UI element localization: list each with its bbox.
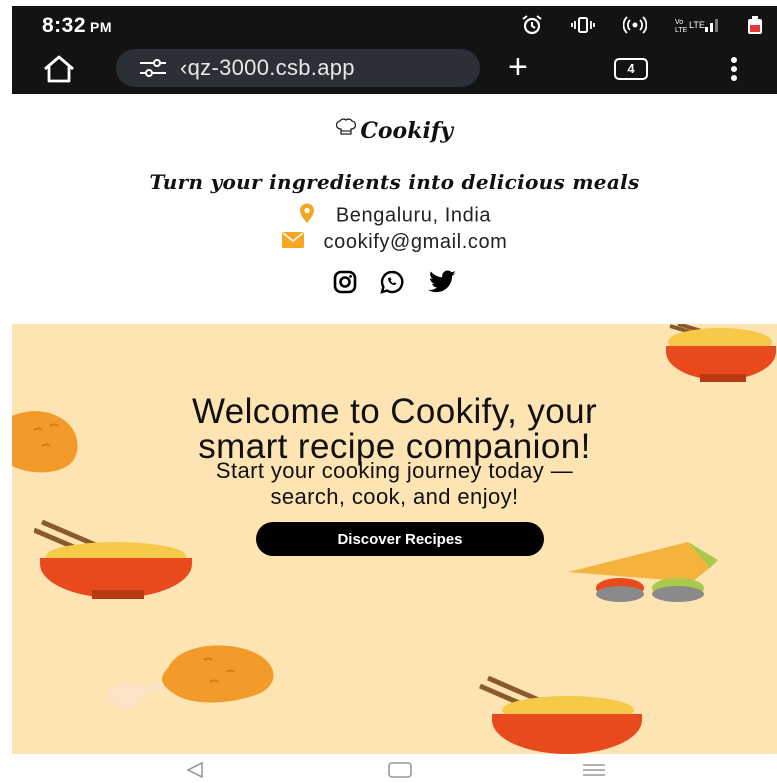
whatsapp-icon[interactable] <box>379 270 405 299</box>
hero-subtitle: Start your cooking journey today — search… <box>215 458 574 509</box>
noodle-bowl-icon <box>666 324 776 382</box>
battery-icon <box>747 15 763 40</box>
alarm-icon <box>521 15 543 40</box>
svg-text:LTE: LTE <box>689 20 705 30</box>
twitter-icon[interactable] <box>427 270 457 299</box>
noodle-bowl-icon <box>479 675 642 754</box>
back-icon[interactable] <box>186 761 204 783</box>
home-button[interactable] <box>42 55 76 83</box>
instagram-icon[interactable] <box>333 270 357 299</box>
chef-hat-icon <box>335 118 357 135</box>
email-line: cookify@gmail.com <box>12 231 777 254</box>
envelope-icon <box>281 231 304 254</box>
location-line: Bengaluru, India <box>12 202 777 230</box>
home-icon <box>44 55 74 83</box>
new-tab-button[interactable]: + <box>508 50 528 84</box>
url-text[interactable]: ‹qz-3000.csb.app <box>180 55 355 81</box>
recents-icon[interactable] <box>582 762 606 783</box>
logo[interactable]: Cookify <box>12 118 777 144</box>
system-navigation-bar <box>0 754 777 782</box>
location-pin-icon <box>298 202 316 230</box>
discover-recipes-button[interactable]: Discover Recipes <box>256 522 544 556</box>
status-time: 8:32 PM <box>42 14 113 37</box>
kebab-menu-icon <box>731 57 737 81</box>
logo-text: Cookify <box>360 118 454 144</box>
site-settings-icon[interactable] <box>138 58 168 78</box>
hero-title: Welcome to Cookify, your smart recipe com… <box>191 392 598 466</box>
status-bar: 8:32 PM Vo LTE LTE <box>12 6 777 44</box>
svg-text:Vo: Vo <box>675 19 683 26</box>
vibrate-icon <box>571 16 595 39</box>
tab-switcher-button[interactable]: 4 <box>614 58 648 80</box>
hotspot-icon <box>622 15 648 40</box>
tagline: Turn your ingredients into delicious mea… <box>149 170 640 194</box>
browser-toolbar: ‹qz-3000.csb.app + 4 <box>12 44 777 94</box>
overflow-menu-button[interactable] <box>730 56 738 82</box>
svg-text:LTE: LTE <box>675 27 688 34</box>
hero-section: Welcome to Cookify, your smart recipe com… <box>12 324 777 754</box>
social-links <box>12 270 777 299</box>
location-text: Bengaluru, India <box>335 204 492 227</box>
address-bar[interactable]: ‹qz-3000.csb.app <box>116 49 480 87</box>
dosa-icon <box>568 542 718 602</box>
signal-icon: Vo LTE LTE <box>675 16 719 39</box>
noodle-bowl-icon <box>34 520 192 599</box>
chicken-leg-icon <box>108 645 274 708</box>
email-text[interactable]: cookify@gmail.com <box>324 231 508 253</box>
site-header: Cookify Turn your ingredients into delic… <box>12 94 777 324</box>
home-nav-icon[interactable] <box>388 762 412 783</box>
